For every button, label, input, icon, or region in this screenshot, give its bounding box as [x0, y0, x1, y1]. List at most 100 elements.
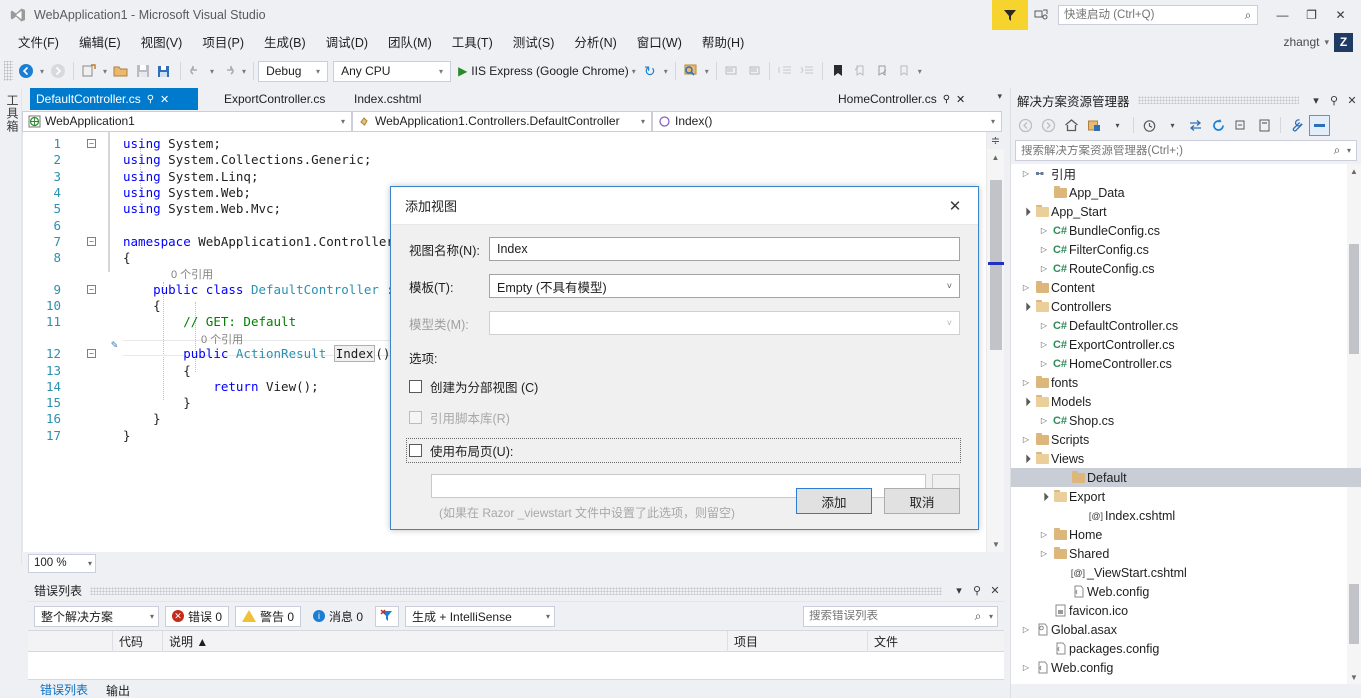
preview-selected-items-icon[interactable]: [1309, 114, 1330, 136]
chevron-right-icon[interactable]: ▷: [1037, 549, 1051, 558]
chevron-right-icon[interactable]: ▷: [1019, 663, 1033, 672]
close-button[interactable]: ✕: [1326, 0, 1355, 30]
history-icon[interactable]: [1139, 115, 1160, 136]
new-project-caret-icon[interactable]: ▾: [100, 67, 110, 76]
chevron-down-icon[interactable]: ▾: [950, 584, 968, 597]
pin-icon[interactable]: ⚲: [943, 94, 950, 105]
chevron-right-icon[interactable]: ▷: [1019, 283, 1033, 292]
forward-icon[interactable]: [1038, 115, 1059, 136]
code-line[interactable]: {: [123, 298, 161, 313]
toolbox-strip[interactable]: 工具箱: [0, 88, 22, 565]
tree-item-web-config[interactable]: Web.config: [1011, 582, 1361, 601]
tab-overflow-icon[interactable]: ▾: [997, 91, 1002, 102]
pending-changes-icon[interactable]: [1084, 115, 1105, 136]
open-file-icon[interactable]: [110, 59, 132, 83]
template-select[interactable]: Empty (不具有模型) ˅: [489, 274, 960, 298]
code-line[interactable]: using System.Linq;: [123, 169, 258, 184]
solution-platform-combo[interactable]: Any CPU ▾: [333, 60, 452, 82]
scrollbar-thumb[interactable]: [990, 180, 1002, 350]
menu-build[interactable]: 生成(B): [254, 30, 316, 53]
chevron-down-icon[interactable]: ◢: [1018, 203, 1034, 219]
chevron-down-icon[interactable]: ◢: [1036, 488, 1052, 504]
chevron-down-icon[interactable]: ▾: [1347, 146, 1356, 155]
column-header-file[interactable]: 文件: [868, 631, 1004, 652]
error-search-input[interactable]: [804, 610, 967, 622]
column-header-description[interactable]: 说明 ▲: [163, 631, 728, 652]
start-debugging-label[interactable]: IIS Express (Google Chrome): [471, 64, 628, 78]
tree-item-favicon-ico[interactable]: favicon.ico: [1011, 601, 1361, 620]
show-all-files-icon[interactable]: [1254, 115, 1275, 136]
navbar-class-combo[interactable]: WebApplication1.Controllers.DefaultContr…: [352, 110, 652, 132]
menu-test[interactable]: 测试(S): [503, 30, 565, 53]
layout-page-checkbox-row[interactable]: 使用布局页(U):: [406, 438, 961, 463]
tree-item-web-config[interactable]: ▷ Web.config: [1011, 658, 1361, 677]
tree-item-scripts[interactable]: ▷ Scripts: [1011, 430, 1361, 449]
split-view-icon[interactable]: ≑: [987, 132, 1004, 149]
save-icon[interactable]: [132, 59, 154, 83]
column-header-code[interactable]: 代码: [113, 631, 163, 652]
save-all-icon[interactable]: [154, 59, 176, 83]
navbar-project-combo[interactable]: WebApplication1 ▾: [22, 110, 352, 132]
code-line[interactable]: public ActionResult Index(): [123, 345, 390, 363]
refresh-icon[interactable]: ↻: [639, 59, 661, 83]
chevron-down-icon[interactable]: ▾: [989, 612, 997, 621]
send-feedback-icon[interactable]: [992, 0, 1028, 30]
sync-with-active-document-icon[interactable]: [1185, 115, 1206, 136]
navigate-forward-icon[interactable]: [47, 59, 69, 83]
close-icon[interactable]: ✕: [942, 197, 968, 215]
cancel-button[interactable]: 取消: [884, 488, 960, 514]
uncomment-selection-icon[interactable]: [743, 59, 765, 83]
tab-default-controller[interactable]: DefaultController.cs ⚲ ✕: [30, 88, 198, 110]
new-project-icon[interactable]: [78, 59, 100, 83]
scroll-down-icon[interactable]: ▼: [987, 536, 1005, 552]
menu-analyze[interactable]: 分析(N): [564, 30, 626, 53]
menu-help[interactable]: 帮助(H): [692, 30, 754, 53]
chevron-right-icon[interactable]: ▷: [1037, 359, 1051, 368]
decrease-indent-icon[interactable]: [774, 59, 796, 83]
tab-home-controller[interactable]: HomeController.cs ⚲ ✕: [832, 88, 971, 110]
toolbar-grip[interactable]: [4, 61, 13, 81]
partial-view-checkbox[interactable]: [409, 380, 422, 393]
next-bookmark-icon[interactable]: [871, 59, 893, 83]
redo-icon[interactable]: [217, 59, 239, 83]
error-search-box[interactable]: ⌕ ▾: [803, 605, 998, 627]
tree-item-global-asax[interactable]: ▷ Global.asax: [1011, 620, 1361, 639]
navigate-backward-icon[interactable]: [15, 59, 37, 83]
tree-item-routeconfig-cs[interactable]: ▷ C# RouteConfig.cs: [1011, 259, 1361, 278]
build-filter-combo[interactable]: 生成 + IntelliSense ▾: [405, 605, 556, 627]
menu-file[interactable]: 文件(F): [8, 30, 69, 53]
tree-item-[interactable]: ▷ 引用: [1011, 164, 1361, 183]
maximize-button[interactable]: ❐: [1297, 0, 1326, 30]
code-line[interactable]: }: [123, 395, 191, 410]
messages-toggle[interactable]: i 消息 0: [307, 606, 369, 627]
codelens-reference-count[interactable]: 0 个引用: [201, 331, 243, 347]
editor-vertical-scrollbar[interactable]: ≑ ▲ ▼: [986, 132, 1004, 552]
close-icon[interactable]: ✕: [986, 584, 1004, 597]
solution-explorer-search-input[interactable]: [1016, 144, 1327, 157]
fold-toggle-icon[interactable]: −: [87, 236, 96, 246]
chevron-down-icon[interactable]: ◢: [1018, 450, 1034, 466]
code-line[interactable]: namespace WebApplication1.Controllers: [123, 234, 401, 249]
quick-launch-box[interactable]: ⌕: [1058, 5, 1258, 25]
chevron-right-icon[interactable]: ▷: [1019, 378, 1033, 387]
undo-icon[interactable]: [185, 59, 207, 83]
code-line[interactable]: using System.Web.Mvc;: [123, 201, 281, 216]
chevron-right-icon[interactable]: ▷: [1037, 416, 1051, 425]
chevron-down-icon[interactable]: ▾: [1307, 94, 1325, 107]
avatar[interactable]: Z: [1334, 32, 1353, 52]
chevron-down-icon[interactable]: ◢: [1018, 393, 1034, 409]
tree-item-bundleconfig-cs[interactable]: ▷ C# BundleConfig.cs: [1011, 221, 1361, 240]
add-button[interactable]: 添加: [796, 488, 872, 514]
tree-item-index-cshtml[interactable]: [@] Index.cshtml: [1011, 506, 1361, 525]
partial-view-checkbox-row[interactable]: 创建为分部视图 (C): [409, 377, 960, 396]
chevron-right-icon[interactable]: ▷: [1019, 169, 1033, 178]
tree-item-app-start[interactable]: ◢ App_Start: [1011, 202, 1361, 221]
error-scope-combo[interactable]: 整个解决方案 ▾: [34, 605, 159, 627]
navigate-backward-caret-icon[interactable]: ▾: [37, 67, 47, 76]
tree-item-packages-config[interactable]: packages.config: [1011, 639, 1361, 658]
code-line[interactable]: using System;: [123, 136, 221, 151]
code-line[interactable]: public class DefaultController : C: [123, 282, 409, 297]
code-line[interactable]: using System.Collections.Generic;: [123, 152, 371, 167]
solution-configuration-combo[interactable]: Debug ▾: [258, 60, 329, 82]
chevron-down-icon[interactable]: ▾: [1324, 37, 1329, 48]
